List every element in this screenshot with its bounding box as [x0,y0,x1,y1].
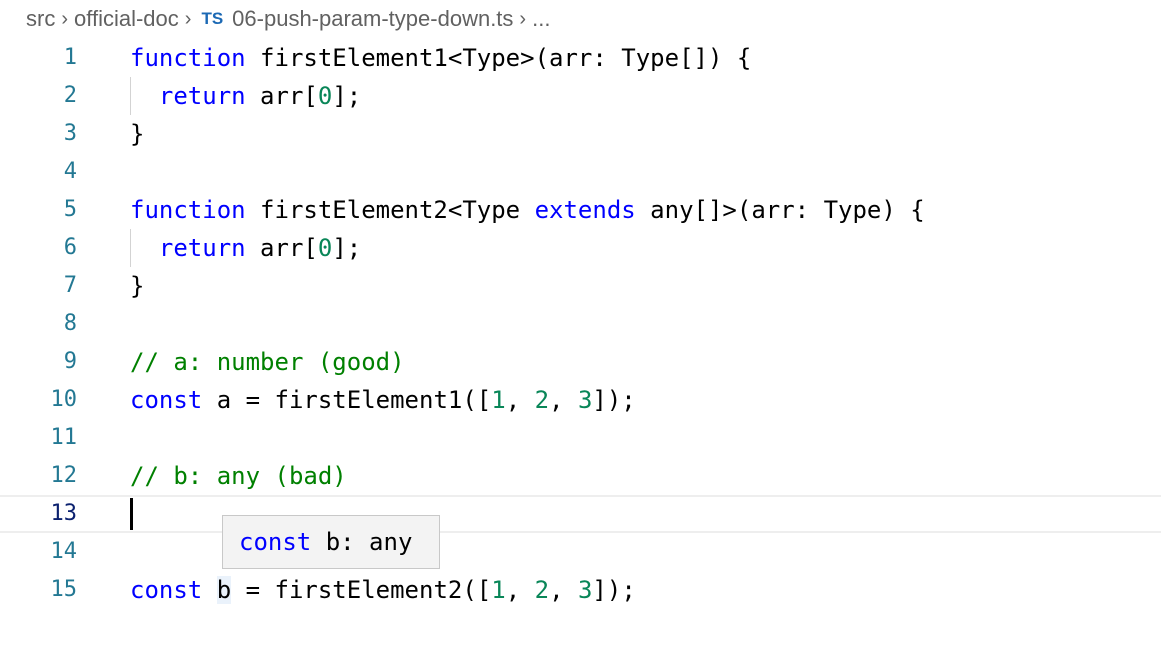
code-line[interactable]: 8 [0,305,1161,343]
code-line[interactable]: 3} [0,115,1161,153]
code-line[interactable]: 2 return arr[0]; [0,77,1161,115]
code-token: firstElement2<Type [245,196,535,224]
code-text: } [130,115,144,153]
code-token: 0 [317,234,333,262]
hover-tooltip: const b: any [222,515,440,569]
code-line[interactable]: 12 // b: any (bad) [0,457,1161,495]
code-token: arr[ [245,234,318,262]
code-editor[interactable]: 1 function firstElement1<Type>(arr: Type[… [0,39,1161,609]
code-token: , [505,576,535,604]
typescript-file-icon: TS [201,9,224,28]
code-line[interactable]: 6 return arr[0]; [0,229,1161,267]
breadcrumb-file-name[interactable]: 06-push-param-type-down.ts [232,6,513,32]
line-number: 3 [63,121,77,146]
code-token: 2 [534,386,550,414]
line-number: 12 [50,463,78,488]
chevron-right-icon: › [519,7,527,30]
code-line[interactable]: 15 const b = firstElement2([1, 2, 3]); [0,571,1161,609]
line-number: 7 [63,273,77,298]
breadcrumb: src › official-doc › TS 06-push-param-ty… [26,2,550,36]
code-token: const [130,386,203,414]
code-line[interactable]: 10 const a = firstElement1([1, 2, 3]); [0,381,1161,419]
line-number: 9 [63,349,77,374]
line-number: 4 [63,159,77,184]
code-token: 2 [534,576,550,604]
code-line[interactable]: 5 function firstElement2<Type extends any… [0,191,1161,229]
code-token: ]; [332,82,362,110]
line-number: 1 [63,45,77,70]
code-token: ]); [592,386,636,414]
line-number: 5 [63,197,77,222]
text-cursor [130,498,133,530]
line-number: 8 [63,311,77,336]
line-number: 2 [63,83,77,108]
code-token: , [505,386,535,414]
code-text: // a: number (good) [130,343,405,381]
code-line[interactable]: 9 // a: number (good) [0,343,1161,381]
code-token: 3 [577,386,593,414]
code-text: return arr[0]; [130,77,361,115]
code-text: } [130,267,144,305]
chevron-right-icon: › [61,7,68,30]
code-token: extends [534,196,636,224]
code-line[interactable]: 1 function firstElement1<Type>(arr: Type[… [0,39,1161,77]
code-token: 0 [317,82,333,110]
code-token: , [549,386,578,414]
code-text: const a = firstElement1([1, 2, 3]); [130,381,636,419]
code-token: any[]>(arr: Type) { [635,196,925,224]
line-number: 6 [63,235,77,260]
code-line[interactable]: 13 [0,495,1161,533]
code-token: 1 [491,386,506,414]
code-token: arr[ [245,82,318,110]
breadcrumb-item-official-doc[interactable]: official-doc [74,6,179,32]
code-token: ]; [332,234,362,262]
code-token: } [130,272,145,300]
line-number: 10 [50,387,78,412]
code-token: // a: number (good) [130,348,405,376]
line-number: 15 [50,577,78,602]
code-text: // b: any (bad) [130,457,347,495]
code-token: , [549,576,578,604]
code-token: 1 [491,576,506,604]
code-token: // b: any (bad) [130,462,347,490]
hovered-identifier[interactable]: b [216,576,232,604]
line-number: 13 [50,501,78,526]
hover-keyword: const [239,528,312,556]
code-line[interactable]: 14 [0,533,1161,571]
code-token: a = firstElement1([ [202,386,492,414]
code-token: return [158,82,246,110]
code-token: firstElement1<Type>(arr: Type[]) { [245,44,752,72]
code-token: } [130,120,145,148]
code-text: const b = firstElement2([1, 2, 3]); [130,571,636,609]
code-line[interactable]: 4 [0,153,1161,191]
code-token: 3 [577,576,593,604]
code-text: function firstElement2<Type extends any[… [130,191,925,229]
code-line[interactable]: 7} [0,267,1161,305]
code-token: return [158,234,246,262]
code-token: = firstElement2([ [231,576,492,604]
code-line[interactable]: 11 [0,419,1161,457]
code-text: return arr[0]; [130,229,361,267]
code-token: function [130,44,246,72]
breadcrumb-symbols-ellipsis[interactable]: ... [532,6,550,32]
code-token: function [130,196,246,224]
code-token: ]); [592,576,636,604]
breadcrumb-item-src[interactable]: src [26,6,55,32]
code-text: function firstElement1<Type>(arr: Type[]… [130,39,751,77]
line-number: 11 [50,425,78,450]
hover-type-text: b: any [311,528,413,556]
chevron-right-icon: › [184,7,192,30]
code-token: const [130,576,203,604]
line-number: 14 [50,539,78,564]
